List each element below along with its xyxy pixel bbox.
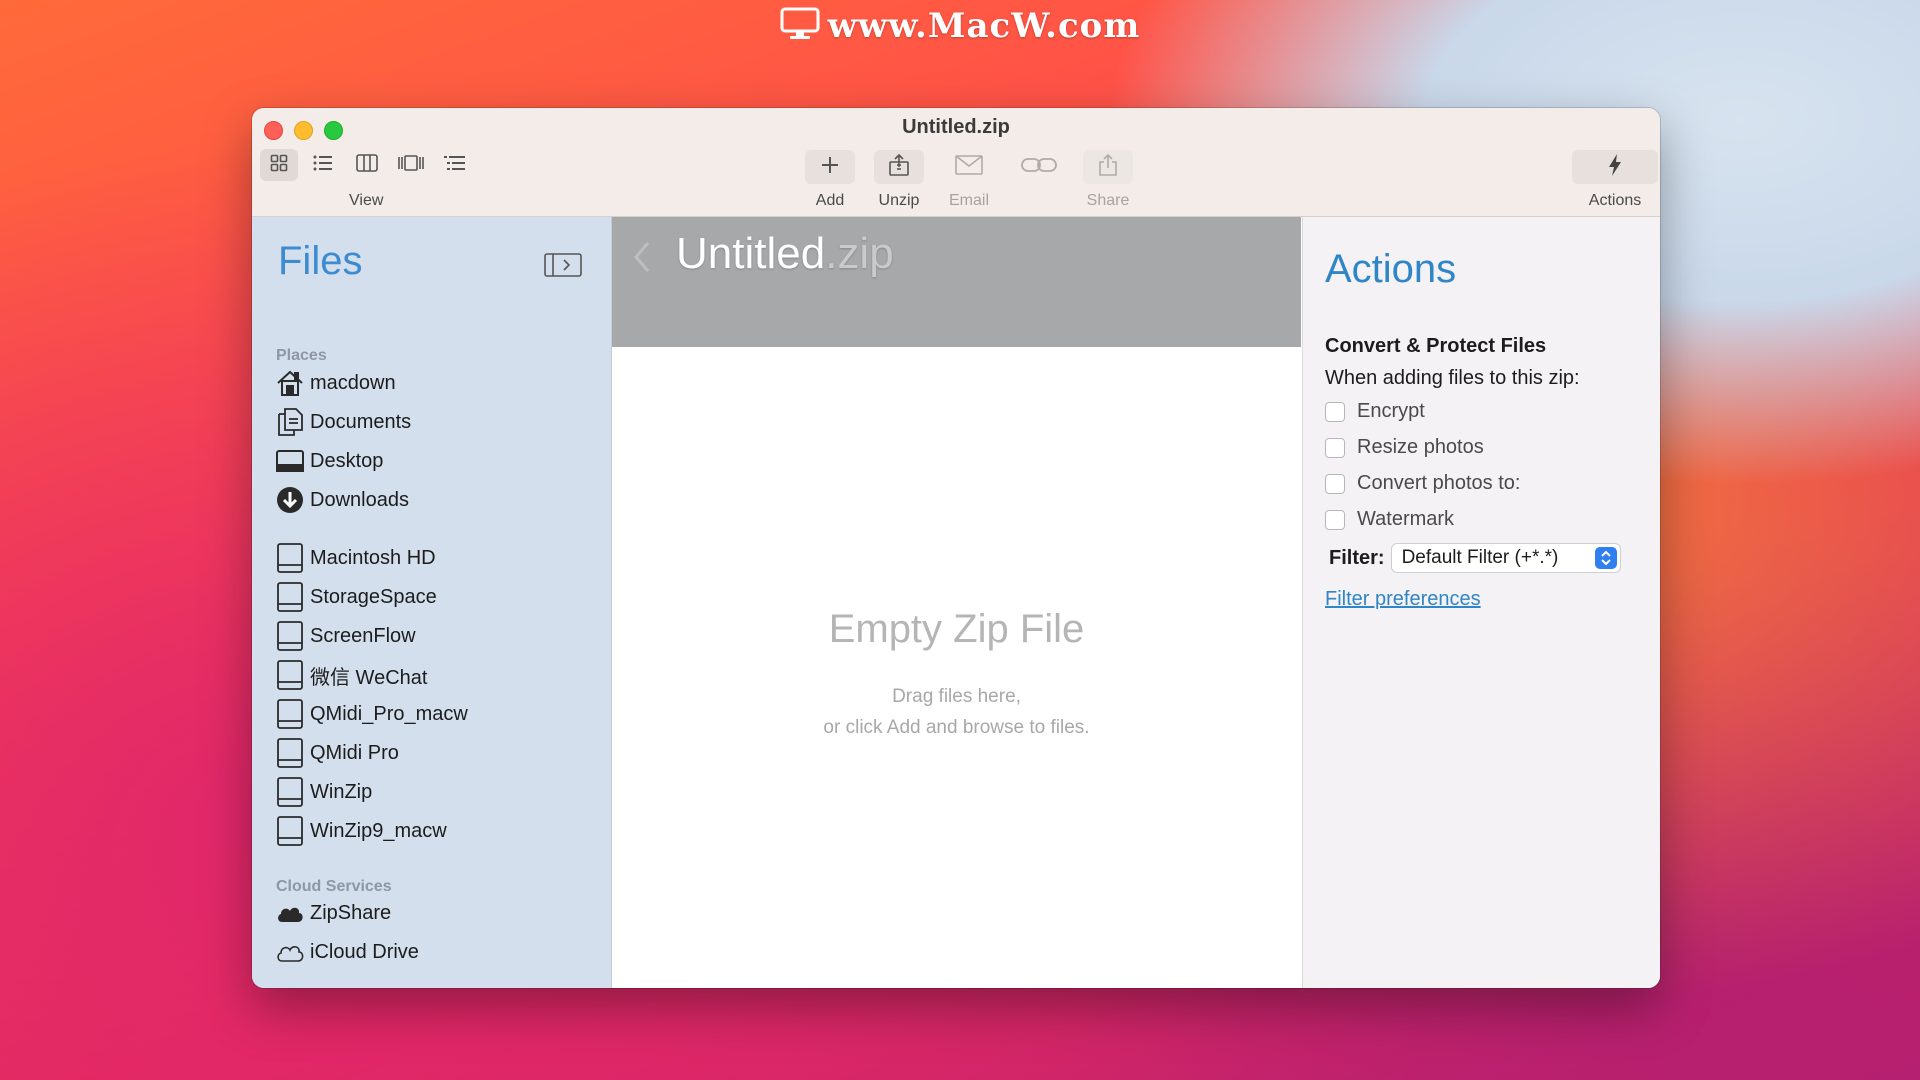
- outline-list-icon: [444, 155, 466, 176]
- unzip-icon: [887, 153, 911, 182]
- home-icon: [276, 369, 304, 397]
- cloud-filled-icon: [276, 899, 304, 927]
- zip-extension: .zip: [825, 229, 894, 278]
- downloads-icon: [276, 486, 304, 514]
- encrypt-checkbox[interactable]: Encrypt: [1325, 400, 1425, 423]
- drive-icon: [276, 582, 304, 612]
- zip-header: Untitled.zip: [612, 217, 1301, 347]
- watermark-text: www.MacW.com: [827, 6, 1141, 46]
- email-button[interactable]: Email: [934, 150, 1004, 210]
- drive-icon: [276, 738, 304, 768]
- titlebar: Untitled.zip View Add Unzip Email Share …: [252, 108, 1660, 217]
- sidebar-item-wechat[interactable]: 微信 WeChat: [276, 660, 427, 690]
- actions-title: Actions: [1325, 247, 1457, 291]
- sidebar-item-qmidi-pro[interactable]: QMidi Pro: [276, 738, 399, 768]
- drive-icon: [276, 621, 304, 651]
- actions-button-box: [1572, 150, 1658, 184]
- places-header: Places: [276, 347, 327, 364]
- drive-icon: [276, 777, 304, 807]
- watermark: www.MacW.com: [0, 6, 1920, 50]
- cloud-outline-icon: [276, 938, 304, 966]
- envelope-icon: [955, 154, 983, 180]
- link-button[interactable]: [1004, 150, 1074, 184]
- share-icon: [1097, 153, 1119, 182]
- window-title: Untitled.zip: [902, 116, 1010, 138]
- drive-icon: [276, 543, 304, 573]
- empty-hint-line1: Drag files here,: [892, 686, 1021, 707]
- watermark-checkbox[interactable]: Watermark: [1325, 508, 1454, 531]
- gallery-icon: [398, 154, 424, 176]
- share-button-box: [1083, 150, 1133, 184]
- actions-pane: Actions Convert & Protect Files When add…: [1302, 217, 1660, 988]
- checkbox-box: [1325, 401, 1345, 422]
- sidebar-item-desktop[interactable]: Desktop: [276, 446, 383, 476]
- lightning-icon: [1608, 153, 1622, 181]
- checkbox-box: [1325, 473, 1345, 494]
- grid-icon: [270, 154, 288, 177]
- sidebar-item-winzip[interactable]: WinZip: [276, 777, 372, 807]
- sidebar-item-downloads[interactable]: Downloads: [276, 485, 409, 515]
- view-icons-button[interactable]: [260, 149, 298, 181]
- monitor-logo-icon: [780, 7, 820, 50]
- sidebar-item-winzip9-macw[interactable]: WinZip9_macw: [276, 816, 447, 846]
- unzip-button-box: [874, 150, 924, 184]
- sidebar-item-documents[interactable]: Documents: [276, 407, 411, 437]
- columns-icon: [356, 153, 378, 177]
- zip-title: Untitled.zip: [676, 229, 894, 279]
- sidebar-expand-icon: [544, 253, 582, 281]
- back-chevron-icon[interactable]: [632, 237, 652, 282]
- checkbox-box: [1325, 437, 1345, 458]
- cloud-services-header: Cloud Services: [276, 878, 392, 895]
- view-columns-button[interactable]: [348, 149, 386, 181]
- checkbox-box: [1325, 509, 1345, 530]
- filter-select[interactable]: Default Filter (+*.*): [1390, 543, 1621, 573]
- plus-icon: [820, 155, 840, 180]
- share-button[interactable]: Share: [1073, 150, 1143, 210]
- view-list-button[interactable]: [304, 149, 342, 181]
- empty-hint-line2: or click Add and browse to files.: [823, 717, 1090, 738]
- documents-icon: [276, 408, 304, 436]
- sidebar-item-storagespace[interactable]: StorageSpace: [276, 582, 437, 612]
- filter-row: Filter: Default Filter (+*.*): [1329, 543, 1621, 573]
- unzip-button[interactable]: Unzip: [864, 150, 934, 210]
- filter-preferences-link[interactable]: Filter preferences: [1325, 588, 1481, 611]
- drive-icon: [276, 699, 304, 729]
- zip-content-area[interactable]: Untitled.zip Empty Zip File Drag files h…: [612, 217, 1301, 988]
- convert-protect-subtitle: When adding files to this zip:: [1325, 367, 1580, 389]
- link-icon: [1021, 156, 1057, 179]
- view-outline-button[interactable]: [436, 149, 474, 181]
- sidebar-item-qmidi-pro-macw[interactable]: QMidi_Pro_macw: [276, 699, 468, 729]
- list-icon: [313, 155, 333, 176]
- files-title: Files: [278, 239, 363, 283]
- zip-base-name: Untitled: [676, 229, 826, 278]
- sidebar-item-macdown[interactable]: macdown: [276, 368, 396, 398]
- view-label: View: [349, 192, 384, 209]
- convert-photos-checkbox[interactable]: Convert photos to:: [1325, 472, 1520, 495]
- sidebar-item-screenflow[interactable]: ScreenFlow: [276, 621, 416, 651]
- resize-photos-checkbox[interactable]: Resize photos: [1325, 436, 1484, 459]
- files-sidebar: Files Places macdown Documents Desktop D…: [252, 217, 612, 988]
- updown-chevron-icon: [1594, 547, 1617, 569]
- app-window: Untitled.zip View Add Unzip Email Share …: [252, 108, 1660, 988]
- link-button-box: [1014, 150, 1064, 184]
- view-mode-group: [260, 149, 474, 181]
- filter-select-value: Default Filter (+*.*): [1401, 547, 1559, 568]
- sidebar-item-macintosh-hd[interactable]: Macintosh HD: [276, 543, 436, 573]
- sidebar-toggle-button[interactable]: [544, 253, 582, 282]
- sidebar-item-zipshare[interactable]: ZipShare: [276, 898, 391, 928]
- actions-toolbar-button[interactable]: Actions: [1572, 150, 1658, 210]
- drive-icon: [276, 660, 304, 690]
- email-button-box: [944, 150, 994, 184]
- sidebar-item-icloud-drive[interactable]: iCloud Drive: [276, 937, 419, 967]
- filter-label: Filter:: [1329, 546, 1385, 569]
- desktop-icon: [276, 447, 304, 475]
- convert-protect-heading: Convert & Protect Files: [1325, 335, 1547, 357]
- view-gallery-button[interactable]: [392, 149, 430, 181]
- drive-icon: [276, 816, 304, 846]
- empty-zip-title: Empty Zip File: [828, 607, 1085, 651]
- add-button[interactable]: Add: [795, 150, 865, 210]
- add-button-box: [805, 150, 855, 184]
